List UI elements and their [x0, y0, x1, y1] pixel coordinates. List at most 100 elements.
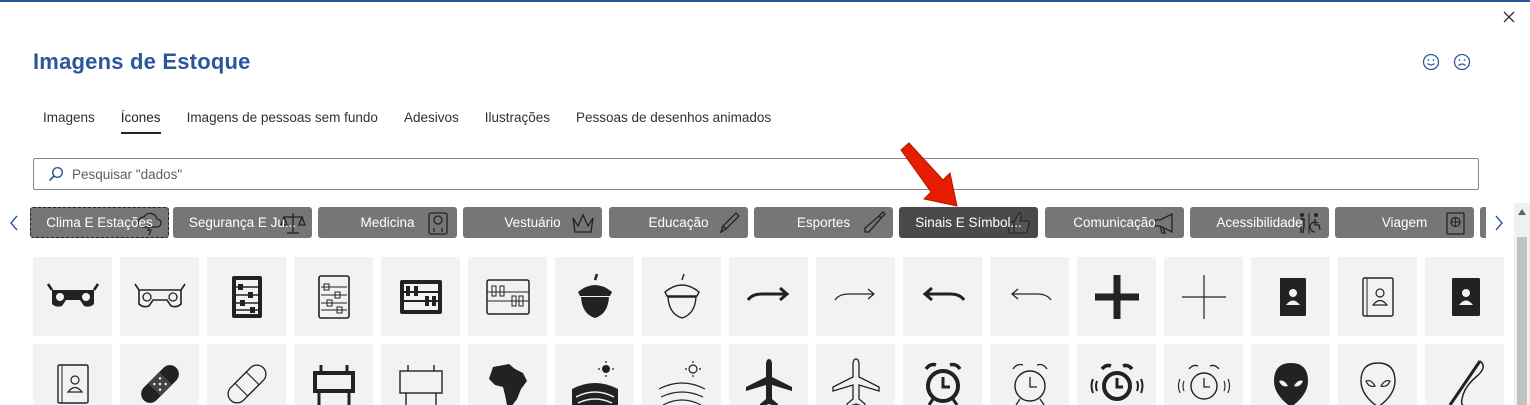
tab-ilustracoes[interactable]: Ilustrações — [472, 103, 563, 137]
airplane-icon — [745, 358, 792, 405]
category-sinais-simbolos[interactable]: Sinais E Símbol... — [899, 207, 1038, 238]
icon-tile[interactable] — [381, 257, 460, 336]
icon-tile[interactable] — [294, 257, 373, 336]
3d-glasses-icon — [46, 282, 99, 307]
tab-imagens[interactable]: Imagens — [30, 103, 108, 137]
billboard-icon — [312, 364, 355, 405]
icon-tile[interactable] — [1338, 257, 1417, 336]
icon-tile[interactable] — [555, 257, 634, 336]
icon-tile[interactable] — [729, 344, 808, 405]
category-acessibilidade[interactable]: Acessibilidade — [1190, 207, 1329, 238]
tab-imagens-pessoas-sem-fundo[interactable]: Imagens de pessoas sem fundo — [174, 103, 391, 137]
icon-tile[interactable] — [903, 257, 982, 336]
category-next-button[interactable] — [1491, 210, 1507, 236]
icon-tile[interactable] — [1425, 257, 1504, 336]
category-label: Medicina — [360, 215, 415, 230]
megaphone-icon — [1154, 212, 1173, 234]
category-viagem[interactable]: Viagem — [1335, 207, 1474, 238]
category-next-partial[interactable] — [1480, 207, 1486, 238]
feedback-negative-button[interactable] — [1451, 51, 1473, 73]
category-clima-estacoes[interactable]: Clima E Estações — [30, 207, 169, 238]
arrow-curve-right-outline-icon — [834, 288, 875, 300]
icon-tile[interactable] — [120, 257, 199, 336]
icon-tile[interactable] — [816, 257, 895, 336]
category-prev-button[interactable] — [6, 210, 22, 236]
icon-tile[interactable] — [990, 344, 1069, 405]
arrow-curve-left-icon — [922, 286, 965, 301]
passport-icon — [1446, 212, 1465, 235]
search-box — [33, 158, 1479, 190]
icon-tile[interactable] — [1251, 257, 1330, 336]
icon-tile[interactable] — [207, 344, 286, 405]
feedback-positive-button[interactable] — [1420, 51, 1442, 73]
icon-tile[interactable] — [33, 257, 112, 336]
plus-icon — [1094, 274, 1139, 319]
category-label: Esportes — [796, 215, 851, 230]
icon-tile[interactable] — [1164, 257, 1243, 336]
icon-tile[interactable] — [642, 344, 721, 405]
icon-tile[interactable] — [1164, 344, 1243, 405]
category-label: Segurança E Ju... — [188, 215, 297, 230]
scrollbar[interactable] — [1514, 203, 1530, 405]
icon-tile[interactable] — [729, 257, 808, 336]
alarm-ringing-outline-icon — [1177, 364, 1230, 400]
category-vestuario[interactable]: Vestuário — [463, 207, 602, 238]
icon-tile[interactable] — [120, 344, 199, 405]
bandage-icon — [140, 364, 179, 403]
category-esportes[interactable]: Esportes — [754, 207, 893, 238]
plus-outline-icon — [1181, 274, 1226, 319]
icon-tile[interactable] — [1338, 344, 1417, 405]
icon-tile[interactable] — [555, 344, 634, 405]
close-icon — [1503, 11, 1515, 23]
abacus-outline-icon — [317, 274, 350, 319]
category-medicina[interactable]: Medicina — [318, 207, 457, 238]
icon-tile[interactable] — [1077, 257, 1156, 336]
icon-tile[interactable] — [1077, 344, 1156, 405]
category-label: Sinais E Símbol... — [915, 215, 1022, 230]
scroll-thumb[interactable] — [1517, 237, 1527, 405]
search-input[interactable] — [72, 160, 1478, 188]
smiley-sad-icon — [1453, 53, 1471, 71]
icon-tile[interactable] — [468, 344, 547, 405]
icon-tile[interactable] — [1251, 344, 1330, 405]
content-type-tabs: Imagens Ícones Imagens de pessoas sem fu… — [30, 103, 784, 137]
icon-tile[interactable] — [990, 257, 1069, 336]
abacus-wide-icon — [399, 279, 442, 314]
icon-tile[interactable] — [381, 344, 460, 405]
icon-tile[interactable] — [903, 344, 982, 405]
tab-pessoas-desenhos-animados[interactable]: Pessoas de desenhos animados — [563, 103, 784, 137]
crown-icon — [572, 213, 594, 233]
icon-tile[interactable] — [468, 257, 547, 336]
icon-tile[interactable] — [294, 344, 373, 405]
alien-outline-icon — [1359, 361, 1396, 405]
tab-adesivos[interactable]: Adesivos — [391, 103, 472, 137]
acorn-outline-icon — [663, 273, 700, 319]
category-comunicacao[interactable]: Comunicação — [1045, 207, 1184, 238]
arrow-curve-left-outline-icon — [1010, 288, 1051, 300]
icon-tile[interactable] — [816, 344, 895, 405]
pencil-icon — [719, 212, 740, 234]
agriculture-outline-icon — [658, 360, 705, 405]
category-label: Comunicação — [1073, 215, 1156, 230]
close-button[interactable] — [1498, 6, 1520, 28]
category-educacao[interactable]: Educação — [609, 207, 748, 238]
needle-thread-icon — [1448, 359, 1484, 405]
address-book-dark-icon — [1451, 277, 1480, 316]
agriculture-icon — [571, 360, 618, 405]
category-seguranca-justica[interactable]: Segurança E Ju... — [173, 207, 312, 238]
icon-tile[interactable] — [642, 257, 721, 336]
icon-tile[interactable] — [33, 344, 112, 405]
window-top-border — [0, 0, 1530, 2]
abacus-wide-outline-icon — [485, 278, 530, 315]
3d-glasses-outline-icon — [133, 283, 186, 307]
abacus-icon — [231, 275, 262, 318]
icon-tile[interactable] — [1425, 344, 1504, 405]
bandage-outline-icon — [226, 363, 267, 404]
icon-tile[interactable] — [207, 257, 286, 336]
alarm-clock-outline-icon — [1011, 363, 1048, 405]
category-label: Educação — [648, 215, 709, 230]
scroll-up-button[interactable] — [1514, 203, 1530, 221]
alarm-ringing-icon — [1090, 363, 1143, 401]
tab-icones[interactable]: Ícones — [108, 103, 174, 137]
alien-icon — [1273, 362, 1308, 405]
